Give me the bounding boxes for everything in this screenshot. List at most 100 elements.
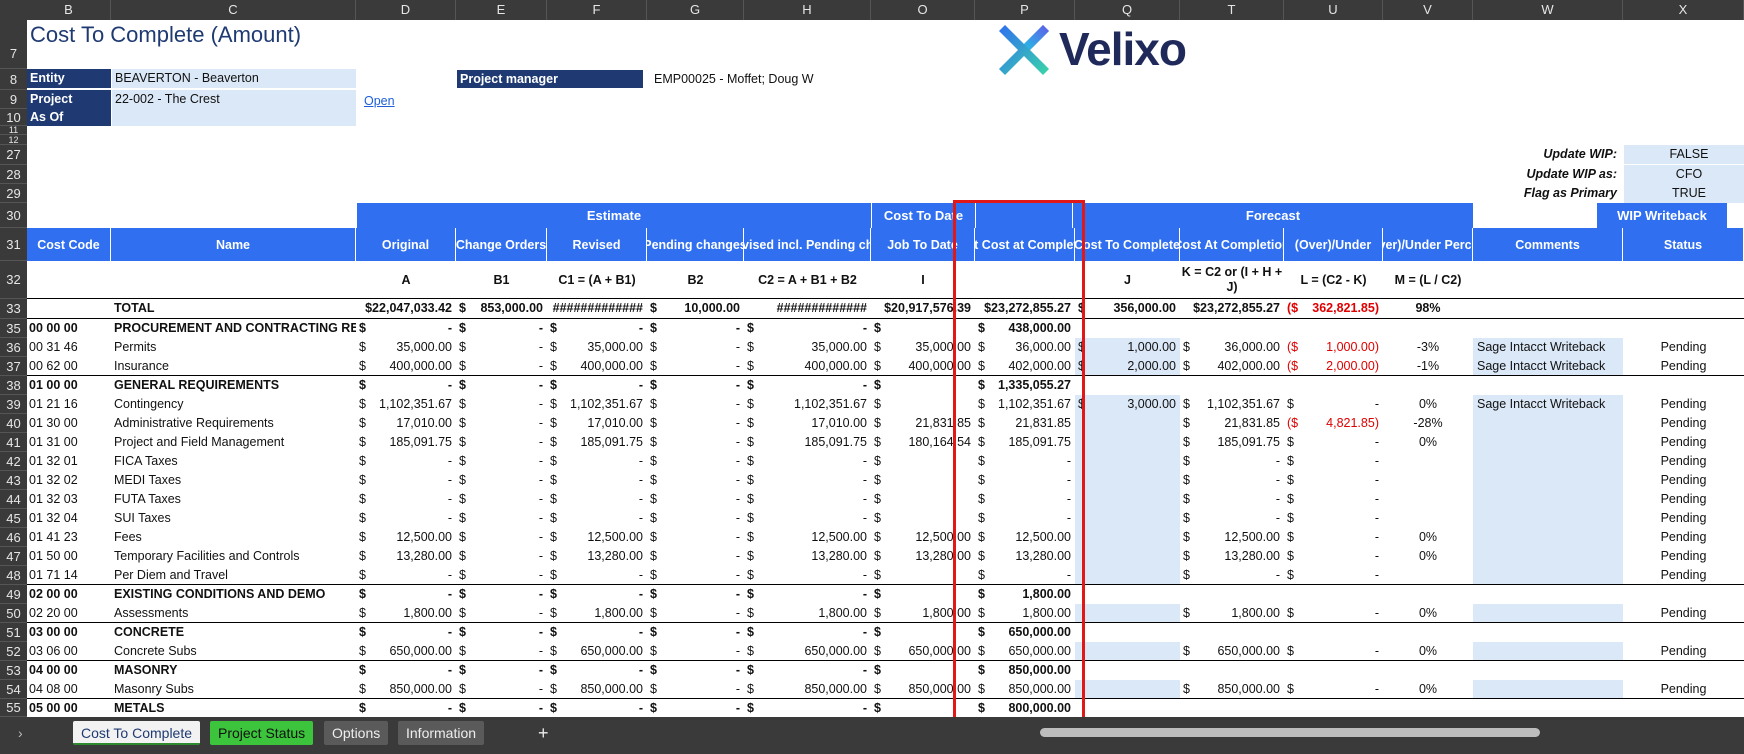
- comments-cell[interactable]: [1473, 623, 1623, 642]
- comments-cell[interactable]: [1473, 699, 1623, 717]
- revised-cell[interactable]: $400,000.00: [547, 357, 647, 376]
- job-to-date-cell[interactable]: $35,000.00: [871, 338, 975, 357]
- comments-cell[interactable]: Sage Intacct Writeback: [1473, 357, 1623, 376]
- change-orders-cell[interactable]: $ -: [456, 528, 547, 547]
- cost-code[interactable]: 02 20 00: [29, 604, 113, 623]
- comments-cell[interactable]: [1473, 509, 1623, 528]
- total-cost-at-completion[interactable]: $23,272,855.27: [1180, 299, 1284, 318]
- cost-to-complete-cell[interactable]: [1075, 433, 1180, 452]
- original-cell[interactable]: $35,000.00: [356, 338, 456, 357]
- revised-cell[interactable]: $ -: [547, 509, 647, 528]
- cost-code[interactable]: 04 08 00: [29, 680, 113, 699]
- cost-to-complete-cell[interactable]: [1075, 509, 1180, 528]
- pending-cell[interactable]: $ -: [647, 319, 744, 338]
- status-cell[interactable]: Pending: [1623, 642, 1744, 661]
- last-cost-cell[interactable]: $850,000.00: [975, 680, 1075, 699]
- comments-cell[interactable]: [1473, 604, 1623, 623]
- cost-at-completion-cell[interactable]: $ -: [1180, 471, 1284, 490]
- project-manager-field[interactable]: EMP00025 - Moffet; Doug W: [654, 70, 894, 88]
- job-to-date-cell[interactable]: $: [871, 509, 975, 528]
- total-pending[interactable]: $10,000.00: [647, 299, 744, 318]
- status-cell[interactable]: Pending: [1623, 490, 1744, 509]
- cost-name[interactable]: Concrete Subs: [114, 642, 356, 661]
- flag-primary-field[interactable]: TRUE: [1624, 184, 1744, 203]
- status-cell[interactable]: Pending: [1623, 433, 1744, 452]
- row-header[interactable]: 38: [0, 376, 27, 395]
- pending-cell[interactable]: $ -: [647, 547, 744, 566]
- last-cost-cell[interactable]: $402,000.00: [975, 357, 1075, 376]
- change-orders-cell[interactable]: $ -: [456, 357, 547, 376]
- column-header[interactable]: X: [1623, 0, 1744, 20]
- revised-pending-cell[interactable]: $1,800.00: [744, 604, 871, 623]
- over-under-cell[interactable]: [1284, 376, 1383, 395]
- pending-cell[interactable]: $ -: [647, 680, 744, 699]
- change-orders-cell[interactable]: $ -: [456, 395, 547, 414]
- cost-code[interactable]: 01 30 00: [29, 414, 113, 433]
- cost-at-completion-cell[interactable]: [1180, 661, 1284, 680]
- revised-cell[interactable]: $ -: [547, 699, 647, 717]
- cost-to-complete-cell[interactable]: [1075, 376, 1180, 395]
- status-cell[interactable]: Pending: [1623, 566, 1744, 585]
- original-cell[interactable]: $13,280.00: [356, 547, 456, 566]
- row-header[interactable]: 30: [0, 203, 27, 228]
- cost-code[interactable]: 01 71 14: [29, 566, 113, 585]
- over-under-cell[interactable]: $ -: [1284, 395, 1383, 414]
- original-cell[interactable]: $ -: [356, 585, 456, 604]
- table-row[interactable]: 01 32 03 FUTA Taxes $ - $ - $ - $ - $ - $ $ - $ - $ - Pendi…: [27, 490, 1744, 509]
- original-cell[interactable]: $1,800.00: [356, 604, 456, 623]
- column-header[interactable]: Q: [1075, 0, 1180, 20]
- change-orders-cell[interactable]: $ -: [456, 490, 547, 509]
- cost-name[interactable]: GENERAL REQUIREMENTS: [114, 376, 356, 395]
- over-under-cell[interactable]: $ -: [1284, 680, 1383, 699]
- last-cost-cell[interactable]: $185,091.75: [975, 433, 1075, 452]
- pending-cell[interactable]: $ -: [647, 433, 744, 452]
- cost-name[interactable]: MASONRY: [114, 661, 356, 680]
- change-orders-cell[interactable]: $ -: [456, 414, 547, 433]
- job-to-date-cell[interactable]: $: [871, 376, 975, 395]
- last-cost-cell[interactable]: $36,000.00: [975, 338, 1075, 357]
- revised-pending-cell[interactable]: $850,000.00: [744, 680, 871, 699]
- comments-cell[interactable]: [1473, 547, 1623, 566]
- cost-at-completion-cell[interactable]: $1,800.00: [1180, 604, 1284, 623]
- comments-cell[interactable]: [1473, 452, 1623, 471]
- cost-to-complete-cell[interactable]: [1075, 604, 1180, 623]
- column-header[interactable]: O: [871, 0, 975, 20]
- revised-pending-cell[interactable]: $13,280.00: [744, 547, 871, 566]
- status-cell[interactable]: [1623, 319, 1744, 338]
- cost-code[interactable]: 01 31 00: [29, 433, 113, 452]
- cost-name[interactable]: Temporary Facilities and Controls: [114, 547, 356, 566]
- change-orders-cell[interactable]: $ -: [456, 642, 547, 661]
- comments-cell[interactable]: Sage Intacct Writeback: [1473, 395, 1623, 414]
- original-cell[interactable]: $400,000.00: [356, 357, 456, 376]
- cost-to-complete-cell[interactable]: [1075, 680, 1180, 699]
- comments-cell[interactable]: [1473, 566, 1623, 585]
- revised-pending-cell[interactable]: $17,010.00: [744, 414, 871, 433]
- pending-cell[interactable]: $ -: [647, 471, 744, 490]
- over-under-cell[interactable]: [1284, 319, 1383, 338]
- last-cost-cell[interactable]: $850,000.00: [975, 661, 1075, 680]
- status-cell[interactable]: Pending: [1623, 471, 1744, 490]
- last-cost-cell[interactable]: $ -: [975, 471, 1075, 490]
- status-cell[interactable]: Pending: [1623, 509, 1744, 528]
- job-to-date-cell[interactable]: $: [871, 699, 975, 717]
- last-cost-cell[interactable]: $1,102,351.67: [975, 395, 1075, 414]
- pending-cell[interactable]: $ -: [647, 566, 744, 585]
- column-header[interactable]: D: [356, 0, 456, 20]
- row-header[interactable]: 12: [0, 135, 27, 145]
- row-header[interactable]: 35: [0, 319, 27, 338]
- row-header[interactable]: 48: [0, 566, 27, 585]
- original-cell[interactable]: $ -: [356, 490, 456, 509]
- cost-code[interactable]: 01 32 02: [29, 471, 113, 490]
- revised-cell[interactable]: $ -: [547, 623, 647, 642]
- table-row[interactable]: 01 30 00 Administrative Requirements $17,0…: [27, 414, 1744, 433]
- update-wip-as-field[interactable]: CFO: [1624, 165, 1744, 184]
- over-under-percent-cell[interactable]: [1383, 319, 1473, 338]
- over-under-percent-cell[interactable]: [1383, 661, 1473, 680]
- horizontal-scrollbar[interactable]: [1040, 728, 1540, 737]
- last-cost-cell[interactable]: $800,000.00: [975, 699, 1075, 717]
- status-cell[interactable]: [1623, 661, 1744, 680]
- column-header[interactable]: P: [975, 0, 1075, 20]
- last-cost-cell[interactable]: $ -: [975, 452, 1075, 471]
- pending-cell[interactable]: $ -: [647, 699, 744, 717]
- over-under-percent-cell[interactable]: [1383, 471, 1473, 490]
